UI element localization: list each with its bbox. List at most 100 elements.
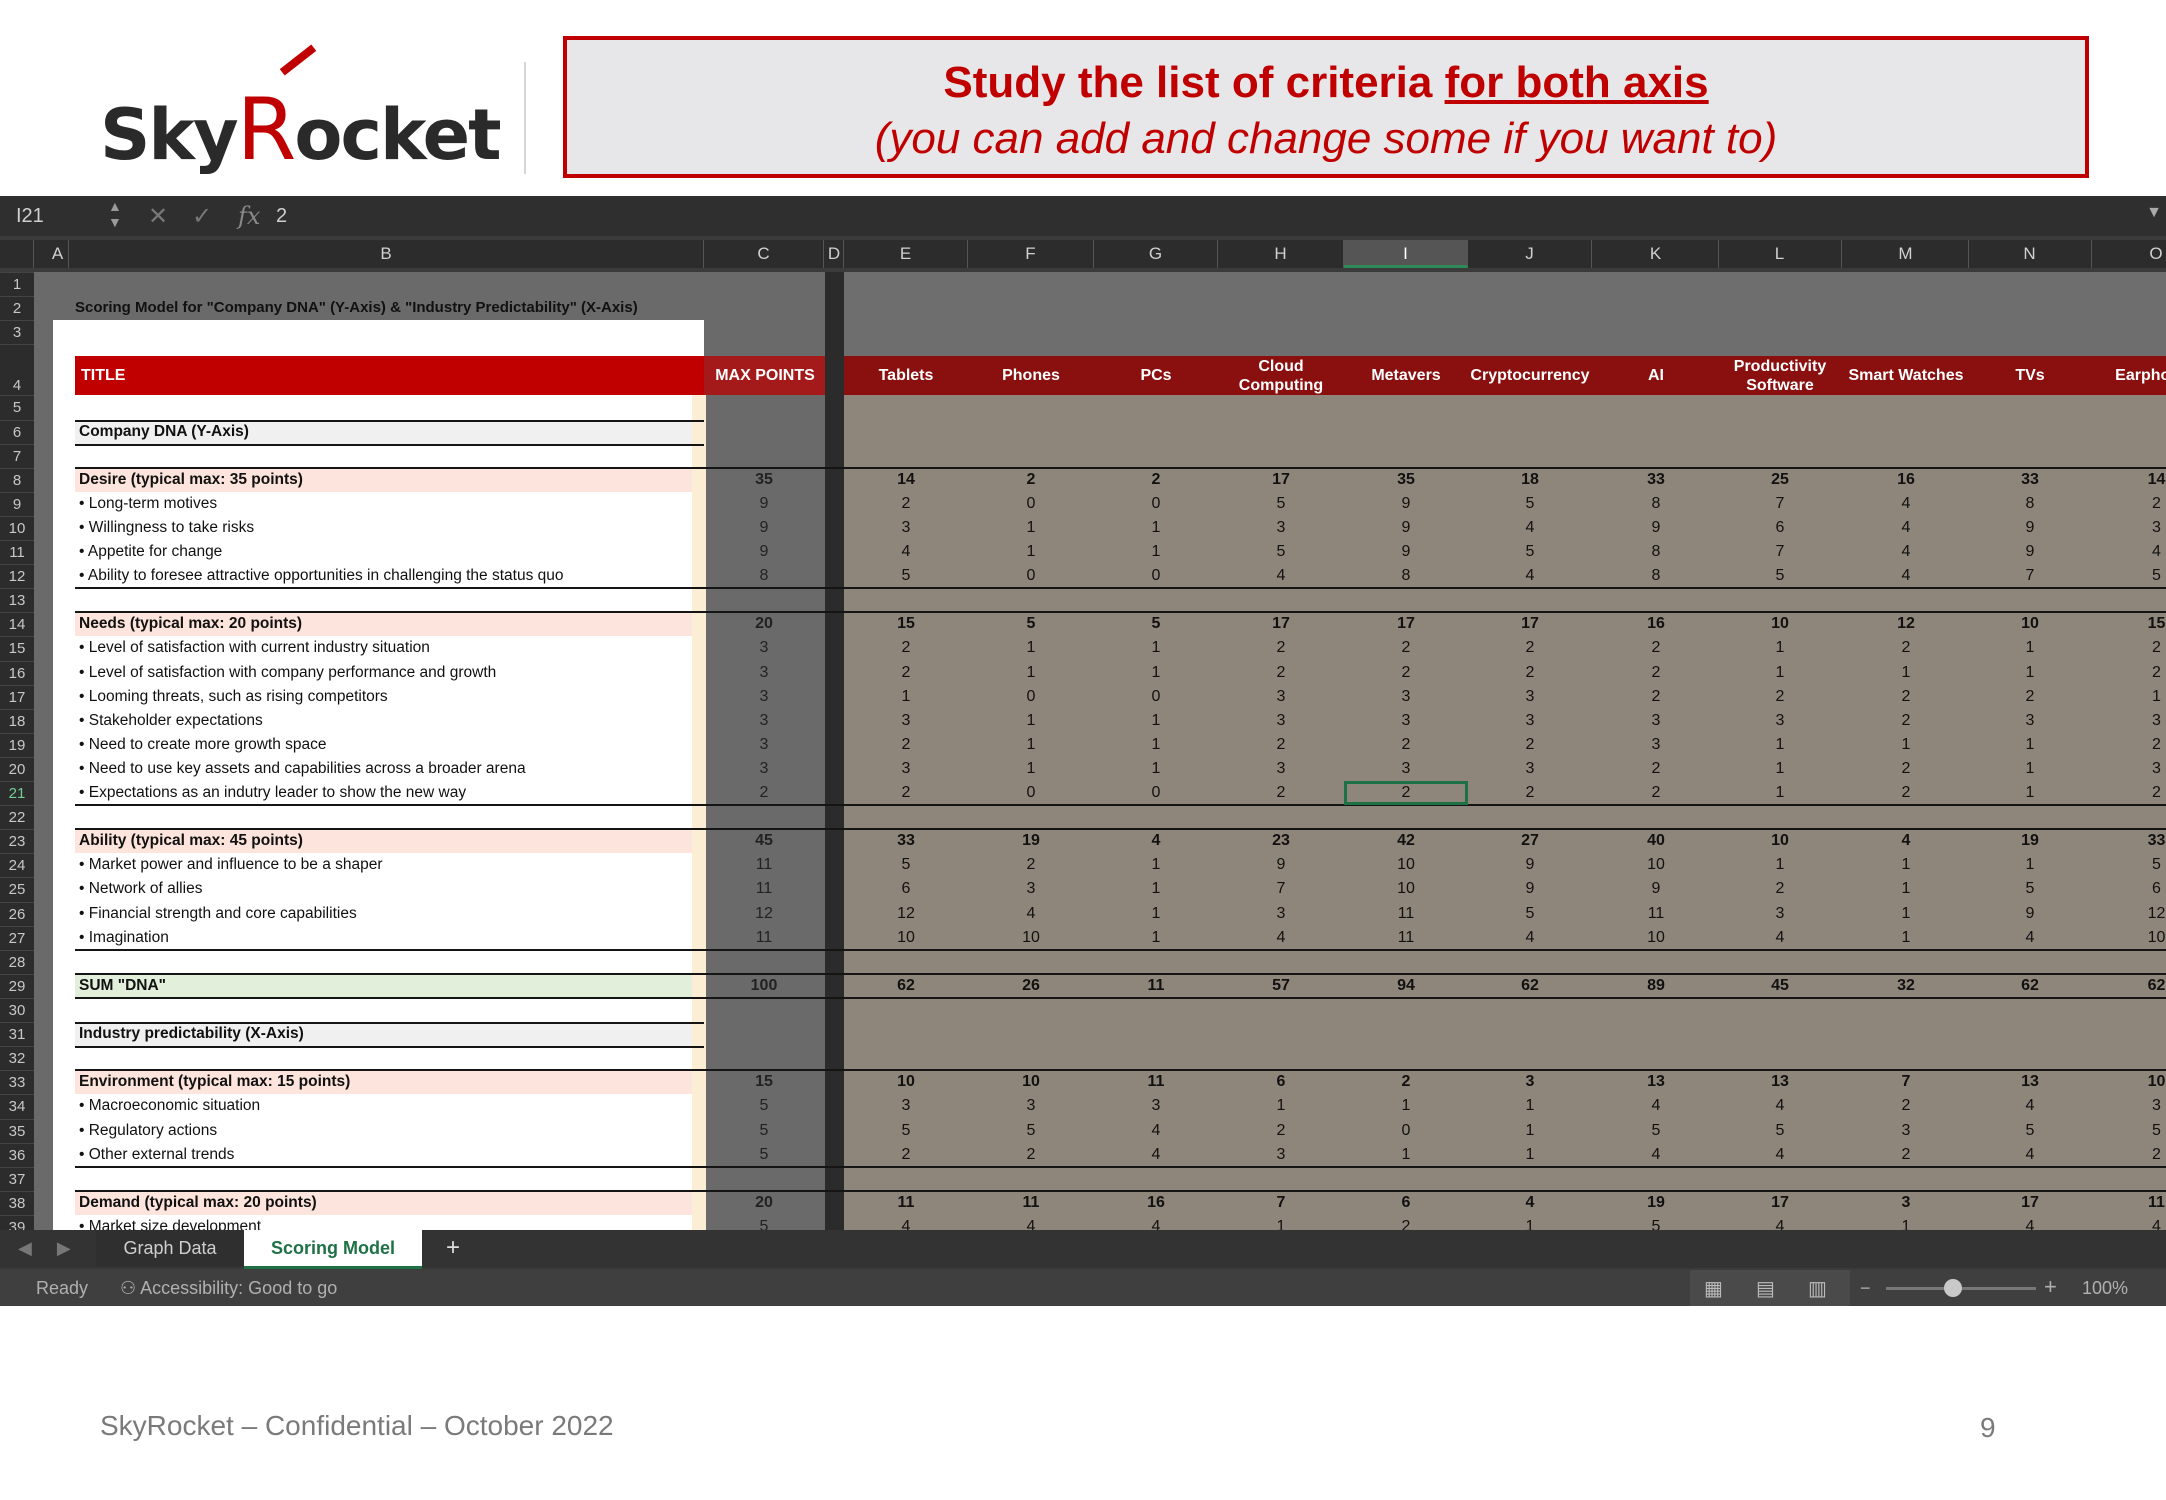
score-cell[interactable]: 2: [1468, 636, 1592, 660]
score-cell[interactable]: 4: [1968, 1094, 2092, 1118]
score-cell[interactable]: 0: [968, 685, 1094, 709]
score-cell[interactable]: 1: [968, 516, 1094, 540]
score-cell[interactable]: 1: [1218, 1094, 1344, 1118]
score-cell[interactable]: 10: [968, 1070, 1094, 1094]
score-cell[interactable]: 10: [1344, 877, 1468, 901]
score-cell[interactable]: 5: [1968, 877, 2092, 901]
score-cell[interactable]: 12: [844, 902, 968, 926]
score-cell[interactable]: 1: [1468, 1094, 1592, 1118]
score-cell[interactable]: 3: [2093, 516, 2166, 540]
score-cell[interactable]: 0: [1094, 564, 1218, 588]
score-cell[interactable]: 9: [1593, 516, 1719, 540]
score-cell[interactable]: 1: [1968, 781, 2092, 805]
column-header-o[interactable]: O: [2093, 240, 2166, 268]
row-header-36[interactable]: 36: [0, 1143, 34, 1167]
page-break-view-icon[interactable]: ▥: [1808, 1276, 1827, 1301]
score-cell[interactable]: 5: [1094, 612, 1218, 636]
row-header-23[interactable]: 23: [0, 829, 34, 853]
row-header-18[interactable]: 18: [0, 709, 34, 733]
score-cell[interactable]: 3: [2093, 757, 2166, 781]
row-header-17[interactable]: 17: [0, 685, 34, 709]
score-cell[interactable]: 3: [1218, 516, 1344, 540]
score-cell[interactable]: 5: [1468, 540, 1592, 564]
score-cell[interactable]: 1: [844, 685, 968, 709]
row-header-30[interactable]: 30: [0, 998, 34, 1022]
score-cell[interactable]: 5: [2093, 1119, 2166, 1143]
cell-grid[interactable]: Scoring Model for "Company DNA" (Y-Axis)…: [34, 272, 2166, 1232]
score-cell[interactable]: 4: [1718, 1143, 1842, 1167]
score-cell[interactable]: 4: [1718, 926, 1842, 950]
score-cell[interactable]: 2: [1718, 685, 1842, 709]
score-cell[interactable]: 2: [1593, 757, 1719, 781]
score-cell[interactable]: 8: [1593, 540, 1719, 564]
score-cell[interactable]: 2: [844, 733, 968, 757]
score-cell[interactable]: 2: [968, 1143, 1094, 1167]
score-cell[interactable]: 2: [1593, 781, 1719, 805]
score-cell[interactable]: 2: [1468, 661, 1592, 685]
score-cell[interactable]: 89: [1593, 974, 1719, 998]
score-cell[interactable]: 1: [1968, 757, 2092, 781]
score-cell[interactable]: 3: [1718, 902, 1842, 926]
score-cell[interactable]: 3: [1468, 757, 1592, 781]
score-cell[interactable]: 2: [968, 853, 1094, 877]
score-cell[interactable]: 2: [1344, 1070, 1468, 1094]
score-cell[interactable]: 5: [1593, 1119, 1719, 1143]
score-cell[interactable]: 0: [968, 492, 1094, 516]
row-header-24[interactable]: 24: [0, 853, 34, 877]
score-cell[interactable]: 16: [1843, 468, 1969, 492]
score-cell[interactable]: 9: [1468, 853, 1592, 877]
row-header-8[interactable]: 8: [0, 468, 34, 492]
page-layout-view-icon[interactable]: ▤: [1756, 1276, 1775, 1301]
score-cell[interactable]: 0: [1094, 781, 1218, 805]
score-cell[interactable]: 33: [1968, 468, 2092, 492]
score-cell[interactable]: 3: [1094, 1094, 1218, 1118]
score-cell[interactable]: 10: [844, 1070, 968, 1094]
score-cell[interactable]: 8: [1593, 564, 1719, 588]
score-cell[interactable]: 33: [2093, 829, 2166, 853]
score-cell[interactable]: 6: [844, 877, 968, 901]
row-header-14[interactable]: 14: [0, 612, 34, 636]
name-box[interactable]: I21: [16, 205, 44, 228]
score-cell[interactable]: 1: [1718, 853, 1842, 877]
sheet-scroll-arrows-icon[interactable]: ◀ ▶: [18, 1238, 81, 1259]
score-cell[interactable]: 3: [1218, 685, 1344, 709]
row-header-10[interactable]: 10: [0, 516, 34, 540]
cancel-icon[interactable]: ✕: [148, 202, 168, 231]
score-cell[interactable]: 15: [844, 612, 968, 636]
score-cell[interactable]: 9: [1344, 492, 1468, 516]
score-cell[interactable]: 2: [1843, 757, 1969, 781]
row-header-19[interactable]: 19: [0, 733, 34, 757]
score-cell[interactable]: 11: [1593, 902, 1719, 926]
score-cell[interactable]: 2: [1468, 781, 1592, 805]
score-cell[interactable]: 8: [1344, 564, 1468, 588]
score-cell[interactable]: 14: [844, 468, 968, 492]
score-cell[interactable]: 62: [2093, 974, 2166, 998]
score-cell[interactable]: 10: [1344, 853, 1468, 877]
score-cell[interactable]: 12: [2093, 902, 2166, 926]
score-cell[interactable]: 1: [1718, 636, 1842, 660]
score-cell[interactable]: 33: [844, 829, 968, 853]
row-header-34[interactable]: 34: [0, 1094, 34, 1118]
score-cell[interactable]: 1: [1968, 853, 2092, 877]
score-cell[interactable]: 4: [1843, 829, 1969, 853]
score-cell[interactable]: 1: [1718, 661, 1842, 685]
score-cell[interactable]: 13: [1968, 1070, 2092, 1094]
score-cell[interactable]: 9: [1468, 877, 1592, 901]
score-cell[interactable]: 4: [1843, 516, 1969, 540]
score-cell[interactable]: 1: [968, 733, 1094, 757]
tab-graph-data[interactable]: Graph Data: [96, 1230, 245, 1266]
score-cell[interactable]: 9: [1968, 516, 2092, 540]
score-cell[interactable]: 6: [1344, 1191, 1468, 1215]
score-cell[interactable]: 1: [1094, 733, 1218, 757]
score-cell[interactable]: 0: [968, 781, 1094, 805]
row-header-1[interactable]: 1: [0, 272, 34, 296]
score-cell[interactable]: 1: [2093, 685, 2166, 709]
zoom-out-button[interactable]: −: [1860, 1278, 1871, 1299]
score-cell[interactable]: 5: [1218, 492, 1344, 516]
score-cell[interactable]: 2: [1843, 709, 1969, 733]
score-cell[interactable]: 2: [2093, 636, 2166, 660]
score-cell[interactable]: 2: [1218, 636, 1344, 660]
score-cell[interactable]: 10: [1718, 829, 1842, 853]
score-cell[interactable]: 2: [2093, 661, 2166, 685]
score-cell[interactable]: 2: [1094, 468, 1218, 492]
